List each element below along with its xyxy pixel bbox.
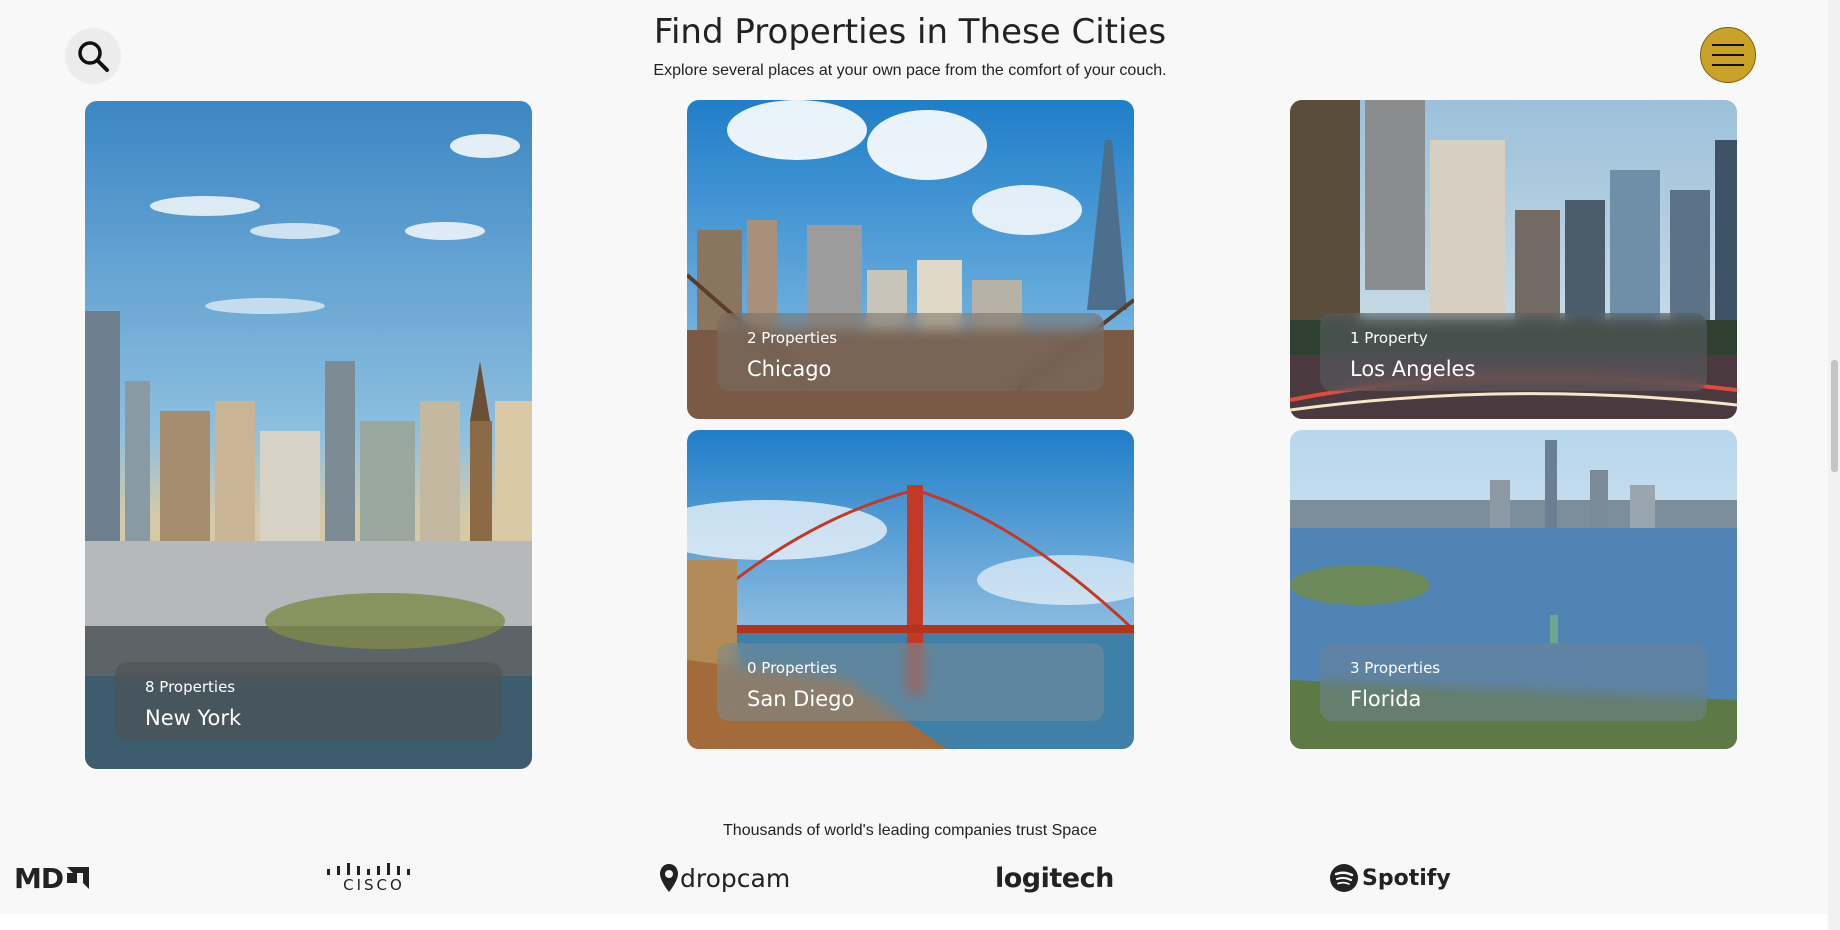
city-info-overlay: 0 Properties San Diego [717,643,1104,721]
city-card-chicago[interactable]: 2 Properties Chicago [687,100,1134,419]
cisco-bars-icon [327,863,410,875]
city-name: Florida [1350,687,1422,711]
city-info-overlay: 8 Properties New York [115,662,502,740]
property-count: 0 Properties [747,659,838,677]
logo-dropcam-text: dropcam [680,863,791,893]
city-card-san-diego[interactable]: 0 Properties San Diego [687,430,1134,749]
city-card-florida[interactable]: 3 Properties Florida [1290,430,1737,749]
logo-cisco: cisco [325,858,423,898]
city-name: New York [145,706,242,730]
hamburger-menu-icon [1712,44,1744,66]
property-count: 2 Properties [747,329,838,347]
city-card-new-york[interactable]: 8 Properties New York [85,101,532,769]
property-count: 1 Property [1350,329,1428,347]
logo-spotify: Spotify [1330,858,1451,898]
logo-amd-text: MD [14,861,64,895]
logo-spotify-text: Spotify [1362,865,1451,891]
city-card-los-angeles[interactable]: 1 Property Los Angeles [1290,100,1737,419]
city-name: San Diego [747,687,855,711]
footer-band [0,914,1828,930]
spotify-icon [1330,864,1358,892]
logo-cisco-text: cisco [343,876,405,894]
logo-logitech: logitech [995,858,1114,898]
city-info-overlay: 2 Properties Chicago [717,313,1104,391]
city-info-overlay: 1 Property Los Angeles [1320,313,1707,391]
dropcam-pin-icon [660,864,678,892]
city-info-overlay: 3 Properties Florida [1320,643,1707,721]
trust-heading: Thousands of world's leading companies t… [723,822,1097,839]
amd-arrow-icon [67,867,90,889]
logo-logitech-text: logitech [995,862,1114,894]
scrollbar-thumb[interactable] [1831,360,1838,472]
property-count: 8 Properties [145,678,236,696]
page-title: Find Properties in These Cities [653,12,1167,52]
city-name: Chicago [747,357,832,381]
logo-dropcam: dropcam [660,858,790,898]
page-subtitle: Explore several places at your own pace … [653,62,1167,79]
city-name: Los Angeles [1350,357,1476,381]
logo-amd: MD [14,858,91,898]
menu-button[interactable] [1700,27,1756,83]
property-count: 3 Properties [1350,659,1441,677]
